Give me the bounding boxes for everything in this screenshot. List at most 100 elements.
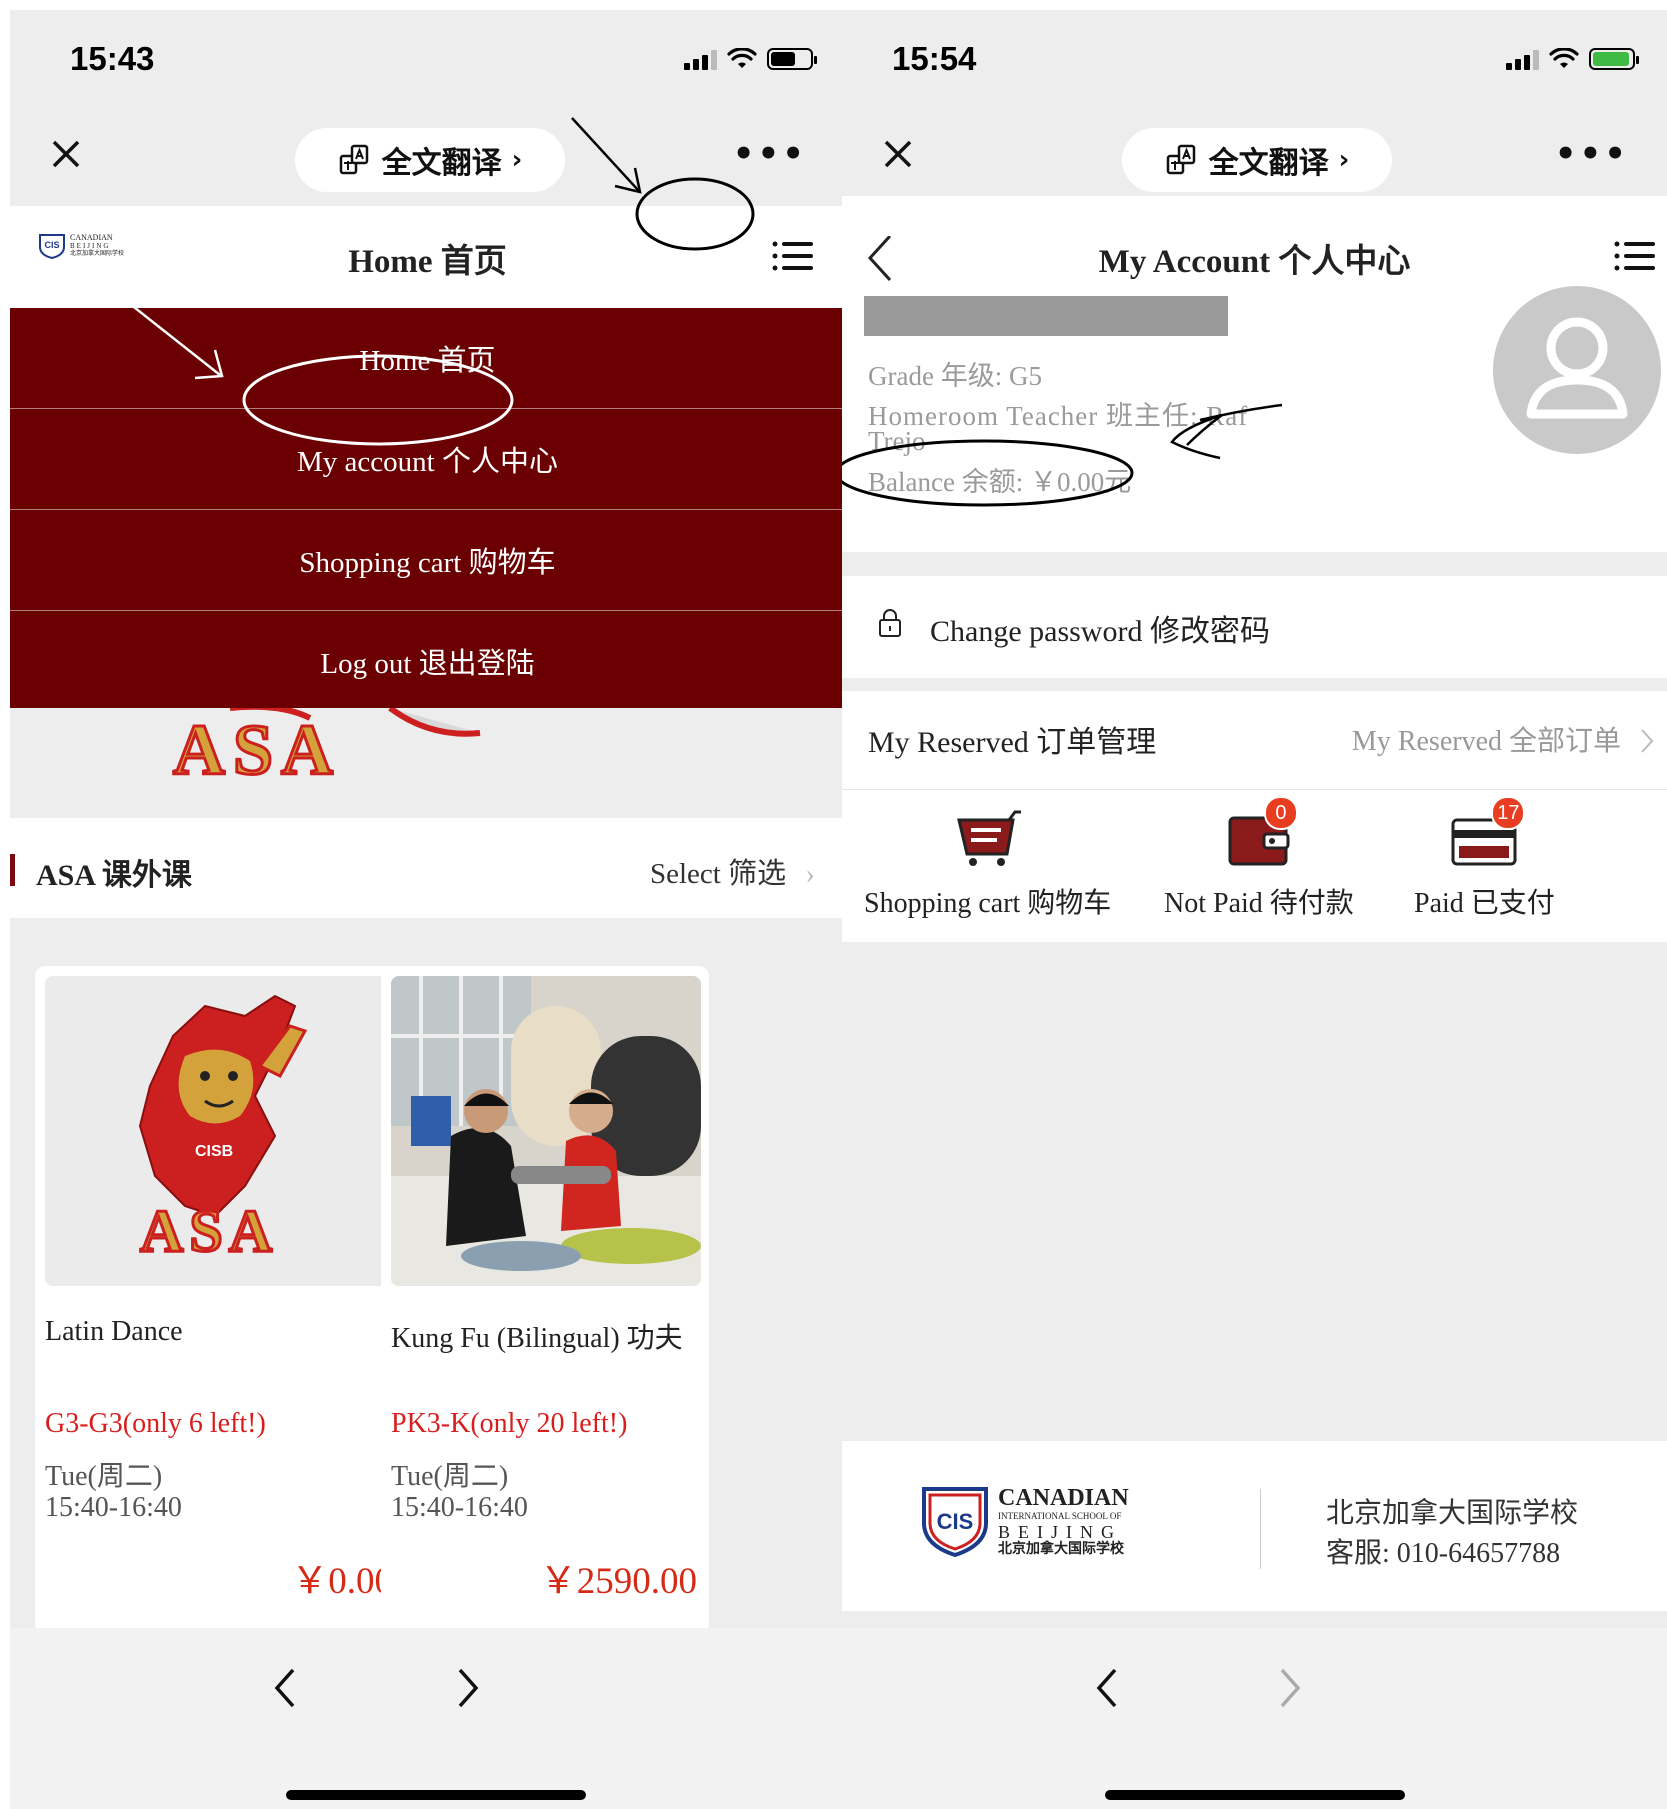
wifi-icon xyxy=(727,48,757,68)
avatar[interactable] xyxy=(1493,286,1661,454)
menu-item-label: Log out 退出登陆 xyxy=(320,648,535,680)
status-icons xyxy=(1506,48,1639,70)
page-title: Home 首页 xyxy=(348,244,507,280)
order-shortcut-label: Not Paid 待付款 xyxy=(1164,888,1354,919)
asa-banner-art: ASA xyxy=(172,708,481,792)
dropdown-menu: Home 首页 My account 个人中心 Shopping cart 购物… xyxy=(10,308,845,711)
menu-item-shopping-cart[interactable]: Shopping cart 购物车 xyxy=(10,510,845,611)
phone-left-screen: 15:43 全文翻译 › ••• CIS CANADIAN BEIJING 北京… xyxy=(10,10,845,1809)
more-icon[interactable]: ••• xyxy=(733,137,807,171)
course-name: Kung Fu (Bilingual) 功夫 xyxy=(391,1323,683,1354)
course-card-kung-fu[interactable]: Kung Fu (Bilingual) 功夫 PK3-K(only 20 lef… xyxy=(381,966,709,1634)
section-header: ASA 课外课 Select 筛选 › xyxy=(10,818,845,918)
course-day: Tue(周二) xyxy=(45,1461,163,1492)
svg-text:CISB: CISB xyxy=(195,1143,233,1160)
profile-homeroom-cont: Trejo xyxy=(868,426,926,456)
status-time: 15:43 xyxy=(70,40,155,77)
redacted-name xyxy=(864,296,1228,336)
status-bar: 15:54 xyxy=(842,10,1667,110)
logo-line2: INTERNATIONAL SCHOOL OF xyxy=(998,1510,1122,1521)
course-day: Tue(周二) xyxy=(391,1461,509,1492)
menu-item-label: Shopping cart 购物车 xyxy=(299,547,556,579)
svg-text:CIS: CIS xyxy=(937,1509,974,1534)
menu-item-label: Home 首页 xyxy=(359,345,496,377)
battery-charging-icon xyxy=(1589,48,1639,70)
section-title: ASA 课外课 xyxy=(36,859,192,892)
menu-icon[interactable] xyxy=(1613,236,1657,276)
school-footer: CIS CANADIAN INTERNATIONAL SCHOOL OF BEI… xyxy=(842,1441,1667,1611)
back-arrow-icon[interactable] xyxy=(265,1658,305,1718)
translate-button[interactable]: 全文翻译 › xyxy=(1122,128,1392,192)
wechat-toolbar: 全文翻译 › ••• xyxy=(842,110,1667,206)
signal-icon xyxy=(684,48,717,70)
close-icon[interactable] xyxy=(44,132,88,176)
course-time: 15:40-16:40 xyxy=(45,1492,182,1523)
course-card-latin-dance[interactable]: CISB ASA Latin Dance G3-G3(only 6 left!)… xyxy=(35,966,405,1634)
asa-mascot-image: CISB ASA xyxy=(139,994,308,1266)
chevron-right-icon: › xyxy=(805,858,815,890)
order-shortcut-label: Paid 已支付 xyxy=(1414,888,1555,919)
course-availability: PK3-K(only 20 left!) xyxy=(391,1408,628,1439)
change-password-row[interactable]: Change password 修改密码 xyxy=(842,576,1667,678)
course-name: Latin Dance xyxy=(45,1316,183,1347)
forward-arrow-icon[interactable] xyxy=(1270,1658,1310,1718)
translate-button[interactable]: 全文翻译 › xyxy=(295,128,565,192)
all-orders-link[interactable]: My Reserved 全部订单 xyxy=(1352,719,1621,759)
course-time: 15:40-16:40 xyxy=(391,1492,528,1523)
course-price: ￥2590.00 xyxy=(539,1561,697,1602)
translate-label: 全文翻译 xyxy=(1208,146,1329,181)
select-filter-label: Select 筛选 xyxy=(649,858,787,890)
menu-icon[interactable] xyxy=(771,236,815,276)
profile-balance: Balance 余额: ￥0.00元 xyxy=(868,467,1132,497)
browser-bottom-nav xyxy=(10,1628,845,1809)
course-image xyxy=(391,976,701,1286)
profile-grade: Grade 年级: G5 xyxy=(868,361,1042,391)
svg-text:ASA: ASA xyxy=(140,1198,278,1264)
forward-arrow-icon[interactable] xyxy=(448,1658,488,1718)
select-filter-button[interactable]: Select 筛选 › xyxy=(650,850,815,892)
home-page: CIS CANADIAN BEIJING 北京加拿大国际学校 Home 首页 H… xyxy=(10,206,845,1809)
status-icons xyxy=(684,48,817,70)
more-icon[interactable]: ••• xyxy=(1555,137,1629,171)
home-indicator[interactable] xyxy=(1104,1790,1405,1800)
order-shortcut-not-paid[interactable]: 0 Not Paid 待付款 xyxy=(1164,796,1354,921)
profile-top-fill xyxy=(842,196,1667,236)
my-account-page: My Account 个人中心 Grade 年级: G5 Homeroom Te… xyxy=(842,196,1667,1809)
menu-item-log-out[interactable]: Log out 退出登陆 xyxy=(10,611,845,711)
order-shortcut-paid[interactable]: 17 Paid 已支付 xyxy=(1414,796,1555,921)
wifi-icon xyxy=(1549,48,1579,68)
menu-item-my-account[interactable]: My account 个人中心 xyxy=(10,409,845,510)
browser-bottom-nav xyxy=(842,1628,1667,1809)
order-shortcut-cart[interactable]: Shopping cart 购物车 xyxy=(864,810,1111,921)
battery-icon xyxy=(767,48,817,70)
course-image: CISB ASA xyxy=(45,976,401,1286)
page-title: My Account 个人中心 xyxy=(1098,244,1411,280)
footer-school-name: 北京加拿大国际学校 xyxy=(1326,1498,1579,1529)
section-accent-bar xyxy=(10,854,15,886)
logo-line1: CANADIAN xyxy=(998,1484,1129,1511)
translate-label: 全文翻译 xyxy=(381,146,502,181)
asa-banner: ASA xyxy=(10,708,845,818)
home-indicator[interactable] xyxy=(285,1790,586,1800)
logo-line3: BEIJING xyxy=(998,1521,1122,1542)
back-arrow-icon[interactable] xyxy=(1087,1658,1127,1718)
orders-shortcuts: Shopping cart 购物车 0 Not Paid 待付款 17 Paid… xyxy=(842,790,1667,942)
course-price: ￥0.00 xyxy=(291,1561,393,1602)
chevron-right-icon xyxy=(1641,729,1654,753)
wechat-toolbar: 全文翻译 › ••• xyxy=(10,110,845,206)
menu-item-home[interactable]: Home 首页 xyxy=(10,308,845,409)
close-icon[interactable] xyxy=(876,132,920,176)
footer-divider xyxy=(1260,1489,1261,1569)
chevron-right-icon: › xyxy=(511,145,523,175)
change-password-label: Change password 修改密码 xyxy=(930,615,1270,648)
translate-icon xyxy=(1166,144,1195,175)
paid-count-badge: 17 xyxy=(1491,796,1526,830)
lock-icon xyxy=(879,609,901,637)
cis-shield-icon: CIS xyxy=(922,1487,988,1557)
status-time: 15:54 xyxy=(892,40,977,77)
cart-icon xyxy=(956,810,1021,866)
profile-card: Grade 年级: G5 Homeroom Teacher 班主任: Raf T… xyxy=(842,286,1667,552)
svg-text:ASA: ASA xyxy=(173,710,341,790)
order-shortcut-label: Shopping cart 购物车 xyxy=(864,888,1112,919)
orders-header: My Reserved 订单管理 My Reserved 全部订单 xyxy=(842,691,1667,790)
